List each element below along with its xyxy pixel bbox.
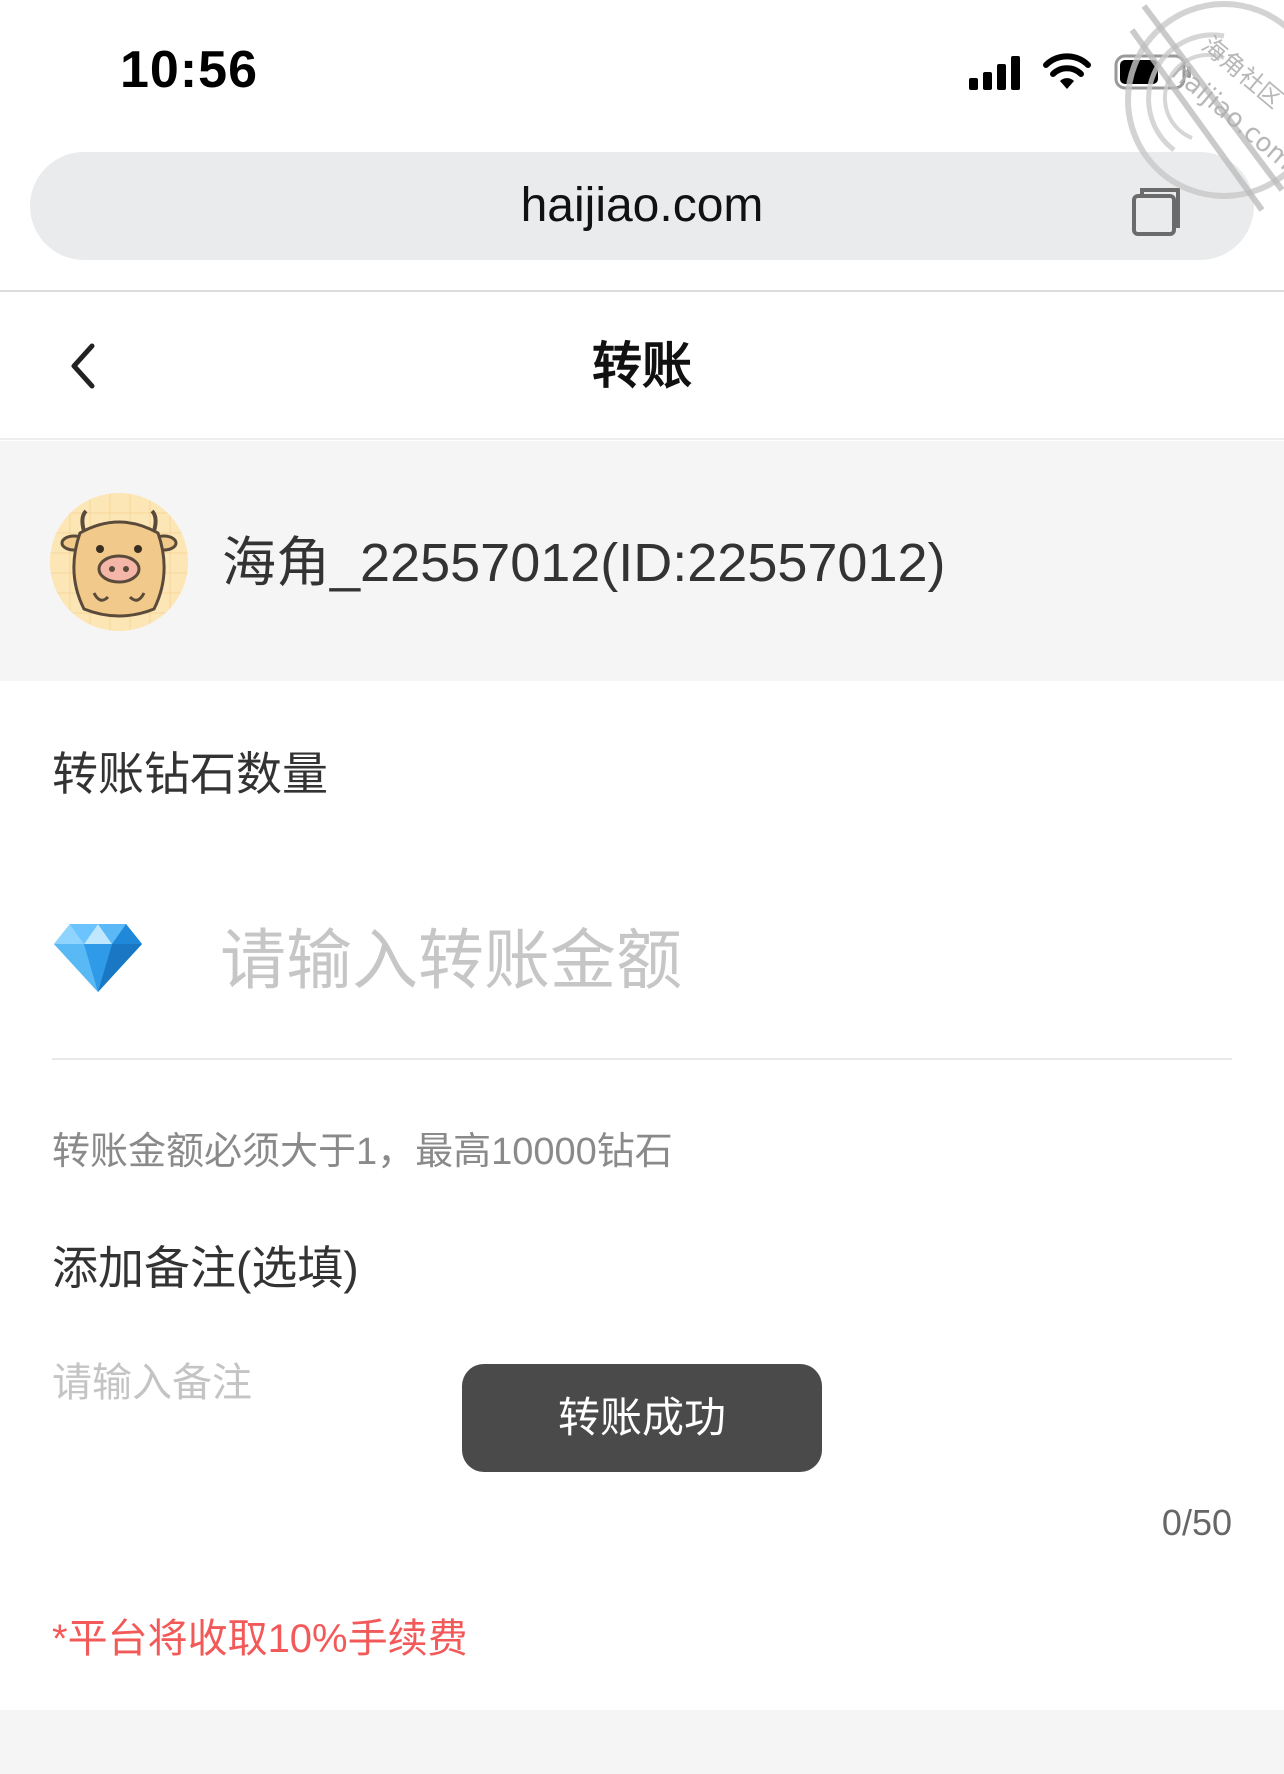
wifi-icon: [1042, 53, 1092, 91]
url-text[interactable]: haijiao.com: [30, 152, 1254, 260]
note-label: 添加备注(选填): [52, 1242, 359, 1294]
amount-row: [52, 900, 1232, 1060]
bottom-strip: [0, 1710, 1284, 1774]
page-title: 转账: [592, 338, 692, 394]
diamond-icon: [52, 920, 144, 1001]
note-counter: 0/50: [1161, 1502, 1232, 1543]
cow-avatar-icon: [50, 493, 188, 631]
tabs-icon[interactable]: [1128, 186, 1180, 243]
amount-label: 转账钻石数量: [52, 748, 328, 800]
address-bar[interactable]: haijiao.com: [30, 152, 1254, 260]
avatar[interactable]: [50, 493, 188, 631]
battery-icon: [1114, 52, 1194, 92]
amount-input[interactable]: [220, 910, 1180, 1010]
status-time: 10:56: [120, 41, 258, 99]
amount-hint: 转账金额必须大于1，最高10000钻石: [52, 1131, 673, 1173]
toast-message: 转账成功: [462, 1364, 822, 1472]
recipient-card: 海角_22557012(ID:22557012): [0, 441, 1284, 681]
status-icons: [969, 52, 1194, 92]
recipient-name: 海角_22557012(ID:22557012): [222, 533, 946, 593]
fee-note: *平台将收取10%手续费: [52, 1617, 468, 1661]
nav-header: 转账: [0, 292, 1284, 440]
status-bar: 10:56: [0, 0, 1284, 140]
signal-icon: [969, 54, 1020, 90]
